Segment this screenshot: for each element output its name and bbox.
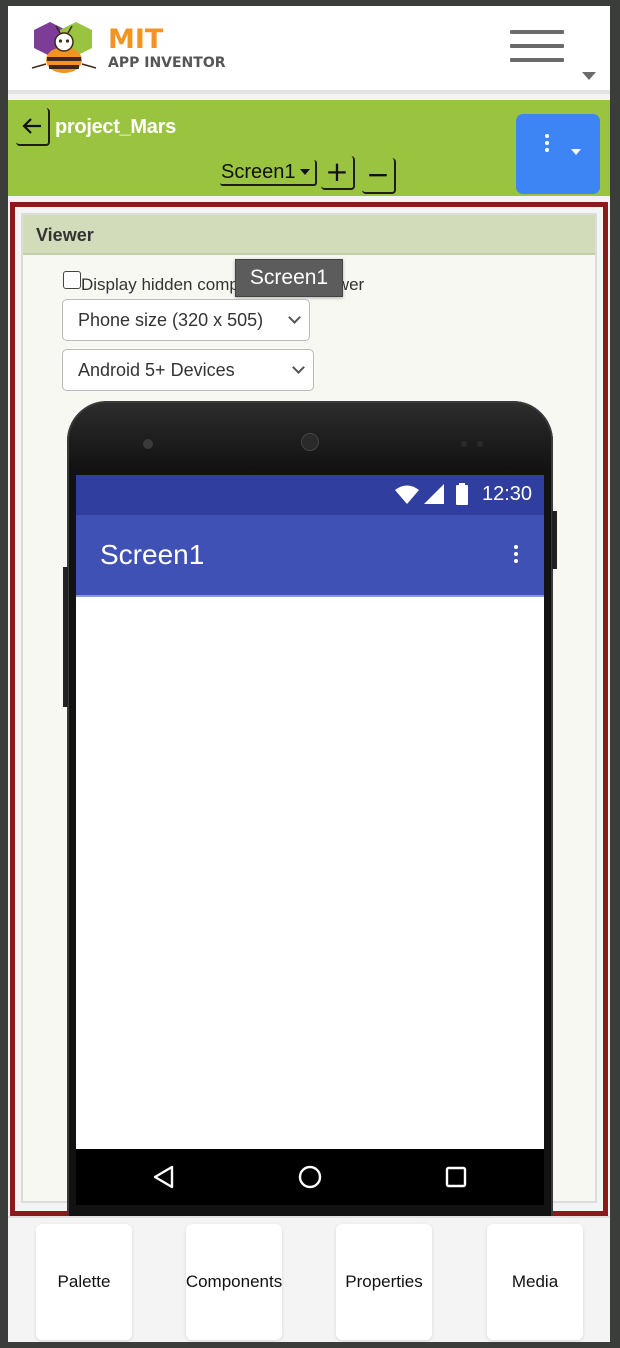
tab-properties[interactable]: Properties — [336, 1224, 432, 1340]
screen-tooltip: Screen1 — [235, 259, 343, 297]
hamburger-icon[interactable] — [510, 30, 564, 68]
device-type-value: Android 5+ Devices — [78, 359, 235, 380]
status-time: 12:30 — [482, 483, 533, 505]
viewer-panel: Viewer Display hidden components in View… — [21, 213, 597, 1221]
nav-home-button[interactable] — [292, 1159, 328, 1195]
brand-title: MIT — [108, 24, 164, 55]
vertical-dots-icon — [545, 134, 550, 155]
chevron-down-icon — [299, 169, 310, 175]
brand[interactable]: MIT APP INVENTOR — [108, 24, 226, 72]
viewer-panel-border: Viewer Display hidden components in View… — [10, 202, 608, 1221]
screen-dropdown[interactable]: Screen1 — [220, 160, 317, 186]
chevron-down-icon — [292, 361, 305, 374]
tab-palette[interactable]: Palette — [36, 1224, 132, 1340]
phone-mockup: 12:30 Screen1 — [63, 401, 557, 1221]
phone-nav-bar — [76, 1149, 544, 1205]
front-camera-icon — [143, 439, 153, 449]
arrow-left-icon — [22, 118, 41, 134]
volume-key — [63, 567, 68, 707]
project-name: project_Mars — [55, 116, 176, 138]
tab-media[interactable]: Media — [487, 1224, 583, 1340]
brand-subtitle: APP INVENTOR — [108, 55, 226, 71]
screen-dropdown-value: Screen1 — [221, 160, 296, 183]
display-hidden-checkbox[interactable] — [63, 271, 81, 289]
nav-recents-button[interactable] — [438, 1159, 474, 1195]
triangle-back-icon — [153, 1165, 174, 1189]
caret-down-icon — [571, 149, 581, 155]
project-toolbar: project_Mars Screen1 + − — [8, 100, 610, 196]
square-recents-icon — [445, 1166, 467, 1188]
nav-back-button[interactable] — [146, 1159, 182, 1195]
phone-status-bar: 12:30 — [76, 475, 544, 515]
circle-home-icon — [298, 1165, 322, 1189]
app-frame: MIT APP INVENTOR project_Mars Screen1 + … — [8, 6, 610, 1342]
phone-screen: 12:30 Screen1 — [76, 475, 544, 1205]
wifi-icon — [395, 485, 419, 504]
bottom-tab-bar: Palette Components Properties Media — [8, 1216, 610, 1342]
more-options-button[interactable] — [516, 114, 600, 194]
chevron-down-icon — [288, 311, 301, 324]
viewer-title: Viewer — [23, 215, 595, 255]
battery-icon — [456, 483, 468, 505]
phone-size-value: Phone size (320 x 505) — [78, 309, 264, 330]
sensor-icon — [477, 441, 483, 447]
overflow-menu-icon[interactable] — [512, 545, 520, 566]
back-button[interactable] — [16, 108, 50, 146]
sensor-icon — [461, 441, 467, 447]
phone-app-bar: Screen1 — [76, 515, 544, 597]
add-screen-button[interactable]: + — [321, 156, 355, 190]
remove-screen-button[interactable]: − — [362, 158, 396, 194]
phone-size-select[interactable]: Phone size (320 x 505) — [62, 299, 310, 341]
device-type-select[interactable]: Android 5+ Devices — [62, 349, 314, 391]
tab-components[interactable]: Components — [186, 1224, 282, 1340]
menu-caret-icon[interactable] — [582, 72, 596, 80]
phone-screen-title: Screen1 — [100, 539, 205, 570]
app-header: MIT APP INVENTOR — [8, 6, 610, 94]
mit-bee-logo-icon[interactable] — [28, 20, 100, 78]
signal-icon — [424, 484, 444, 504]
power-key — [552, 511, 557, 569]
speaker-grille-icon — [301, 433, 319, 451]
